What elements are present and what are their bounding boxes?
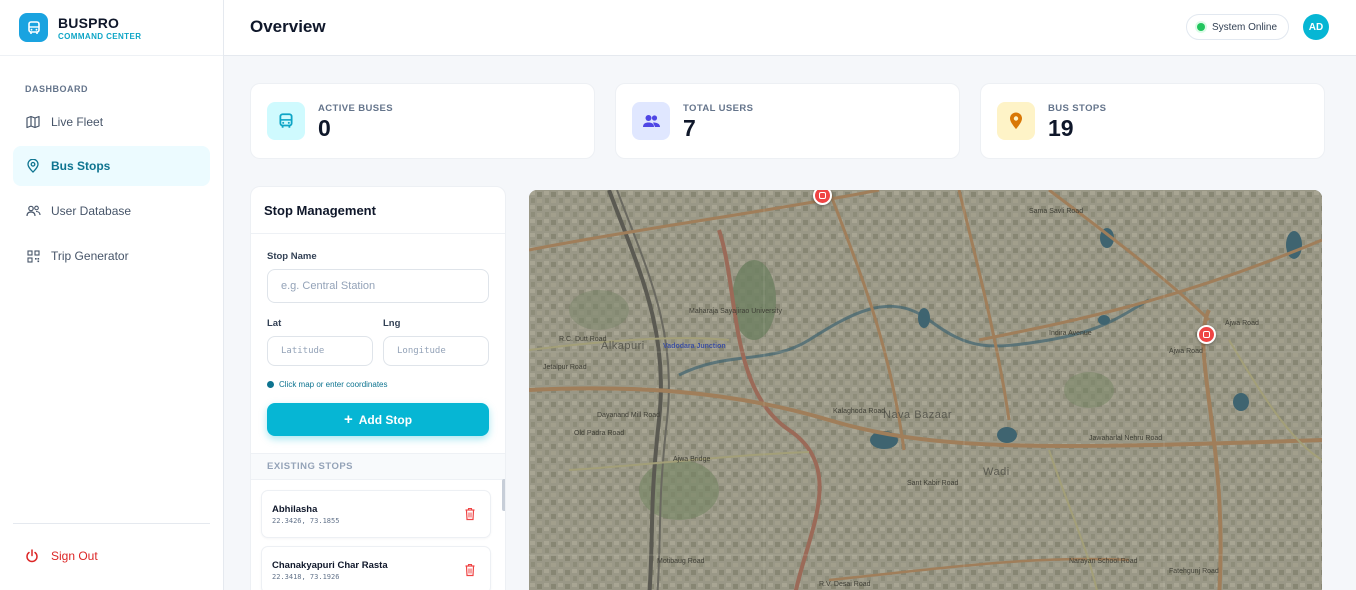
map-pin-icon — [997, 102, 1035, 140]
longitude-input[interactable] — [383, 336, 489, 366]
map-label: Maharaja Sayajirao University — [689, 308, 782, 315]
power-icon — [25, 548, 41, 564]
sidebar-item-label: Bus Stops — [51, 159, 111, 173]
coordinates-hint: Click map or enter coordinates — [267, 380, 388, 389]
stop-coords: 22.3426, 73.1855 — [272, 517, 340, 525]
stop-name: Chanakyapuri Char Rasta — [272, 560, 388, 571]
bus-stop-icon — [1203, 331, 1210, 338]
stop-name: Abhilasha — [272, 504, 318, 515]
sidebar-divider — [13, 523, 210, 524]
map-label: Wadi — [983, 466, 1010, 478]
bus-stop-icon — [819, 192, 826, 199]
stop-management-panel: Stop Management Stop Name Lat Lng Click … — [250, 186, 506, 590]
map-label: Vadodara Junction — [663, 343, 726, 350]
map-label: Jetalpur Road — [543, 364, 587, 371]
brand-subtitle: COMMAND CENTER — [58, 31, 142, 41]
map-label: Ajwa Road — [1225, 320, 1259, 327]
sign-out-label: Sign Out — [51, 549, 98, 563]
stop-name-input[interactable] — [267, 269, 489, 303]
info-icon — [267, 381, 274, 388]
qr-code-icon — [25, 248, 41, 264]
system-status-badge: System Online — [1186, 14, 1290, 40]
bus-logo-icon — [19, 13, 48, 42]
map-label: Sant Kabir Road — [907, 480, 959, 487]
list-item[interactable]: Abhilasha 22.3426, 73.1855 — [261, 490, 491, 538]
satellite-map-layer — [529, 190, 1322, 590]
stops-map[interactable]: Alkapuri Vadodara Junction R.C. Dutt Roa… — [529, 190, 1322, 590]
add-stop-label: Add Stop — [358, 412, 413, 427]
lng-label: Lng — [383, 318, 401, 329]
map-label: Kalaghoda Road — [833, 408, 886, 415]
map-label: Sama Savli Road — [1029, 208, 1084, 215]
stat-label: BUS STOPS — [1048, 102, 1107, 114]
list-item[interactable]: Chanakyapuri Char Rasta 22.3418, 73.1926 — [261, 546, 491, 590]
map-pin-icon — [25, 158, 41, 174]
map-label: R.C. Dutt Road — [559, 336, 607, 343]
top-header: Overview System Online AD — [224, 0, 1356, 56]
map-label: Fatehgunj Road — [1169, 568, 1219, 575]
existing-stops-heading: EXISTING STOPS — [251, 453, 505, 480]
stat-label: TOTAL USERS — [683, 102, 754, 114]
bus-icon — [267, 102, 305, 140]
stat-label: ACTIVE BUSES — [318, 102, 394, 114]
map-label: Nava Bazaar — [883, 409, 953, 421]
map-label: Narayan School Road — [1069, 558, 1138, 565]
hint-text: Click map or enter coordinates — [279, 380, 388, 389]
list-scrollbar[interactable] — [502, 479, 505, 511]
map-label: Alkapuri — [601, 340, 645, 352]
stat-value: 0 — [318, 114, 331, 141]
stat-card-bus-stops: BUS STOPS 19 — [980, 83, 1325, 159]
add-stop-button[interactable]: + Add Stop — [267, 403, 489, 436]
page-title: Overview — [250, 17, 326, 36]
map-label: Indira Avenue — [1049, 330, 1092, 337]
sidebar-item-label: User Database — [51, 204, 132, 218]
map-label: Motibaug Road — [657, 558, 705, 565]
sign-out-button[interactable]: Sign Out — [25, 548, 98, 564]
map-icon — [25, 114, 41, 130]
plus-icon: + — [343, 410, 353, 428]
map-label: Ajwa Bridge — [673, 456, 711, 463]
stop-name-label: Stop Name — [267, 251, 317, 262]
stat-value: 7 — [683, 114, 696, 141]
trash-icon[interactable] — [464, 507, 476, 521]
user-avatar[interactable]: AD — [1303, 14, 1329, 40]
stat-value: 19 — [1048, 114, 1074, 141]
sidebar-item-live-fleet[interactable]: Live Fleet — [13, 102, 210, 142]
map-label: Dayanand Mill Road — [597, 412, 661, 419]
stat-card-total-users: TOTAL USERS 7 — [615, 83, 960, 159]
map-label: R.V. Desai Road — [819, 581, 871, 588]
sidebar-item-bus-stops[interactable]: Bus Stops — [13, 146, 210, 186]
users-icon — [25, 203, 41, 219]
sidebar-item-user-database[interactable]: User Database — [13, 191, 210, 231]
map-label: Old Padra Road — [574, 430, 625, 437]
sidebar-item-trip-generator[interactable]: Trip Generator — [13, 236, 210, 276]
users-icon — [632, 102, 670, 140]
panel-title: Stop Management — [251, 187, 505, 234]
sidebar: BUSPRO COMMAND CENTER DASHBOARD Live Fle… — [0, 0, 224, 590]
latitude-input[interactable] — [267, 336, 373, 366]
status-text: System Online — [1212, 21, 1278, 33]
status-online-icon — [1197, 23, 1205, 31]
bus-stop-marker[interactable] — [1197, 325, 1216, 344]
brand: BUSPRO COMMAND CENTER — [0, 0, 223, 56]
map-label: Jawaharlal Nehru Road — [1089, 435, 1163, 442]
brand-name: BUSPRO — [58, 14, 120, 31]
stat-card-active-buses: ACTIVE BUSES 0 — [250, 83, 595, 159]
stop-coords: 22.3418, 73.1926 — [272, 573, 340, 581]
nav-heading: DASHBOARD — [25, 84, 88, 94]
sidebar-item-label: Live Fleet — [51, 115, 104, 129]
lat-label: Lat — [267, 318, 282, 329]
trash-icon[interactable] — [464, 563, 476, 577]
sidebar-item-label: Trip Generator — [51, 249, 129, 263]
map-label: Ajwa Road — [1169, 348, 1203, 355]
